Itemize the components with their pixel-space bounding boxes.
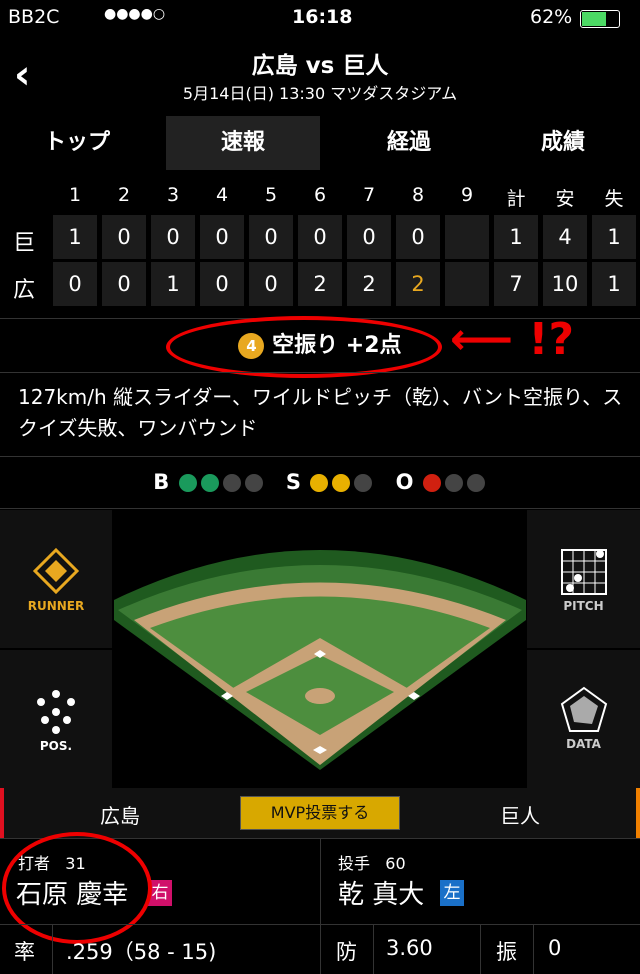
ball-indicator bbox=[178, 474, 197, 492]
count-display: B S O bbox=[0, 470, 640, 494]
strikeout-value: 0 bbox=[548, 936, 562, 960]
score-cell: 2 bbox=[347, 262, 391, 306]
score-cell: 0 bbox=[102, 262, 146, 306]
data-button[interactable]: DATA bbox=[527, 650, 640, 788]
battery-icon bbox=[580, 10, 620, 28]
away-team[interactable]: 巨人 bbox=[500, 800, 540, 829]
team-label: 巨 bbox=[12, 231, 35, 256]
score-cell: 0 bbox=[200, 262, 244, 306]
score-cell: 1 bbox=[494, 215, 538, 259]
score-cell: 4 bbox=[543, 215, 587, 259]
inning-header: 安 bbox=[555, 188, 575, 210]
score-cell bbox=[445, 215, 489, 259]
runner-button[interactable]: RUNNER bbox=[0, 510, 112, 648]
inning-header: 8 bbox=[411, 184, 425, 206]
carrier: BB2C bbox=[8, 6, 60, 28]
score-cell: 0 bbox=[53, 262, 97, 306]
inning-header: 3 bbox=[166, 184, 180, 206]
pos-label: POS. bbox=[39, 739, 73, 753]
strikeout-label: 振 bbox=[496, 940, 517, 964]
score-cell: 0 bbox=[298, 215, 342, 259]
score-cell: 7 bbox=[494, 262, 538, 306]
score-cell: 0 bbox=[249, 262, 293, 306]
mvp-vote-button[interactable]: MVP投票する bbox=[240, 796, 400, 830]
team-bar: 広島 MVP投票する 巨人 bbox=[0, 788, 640, 838]
pitcher-name: 乾 真大 bbox=[338, 880, 425, 910]
data-label: DATA bbox=[566, 737, 601, 751]
signal-icon: ●●●●○ bbox=[104, 6, 166, 22]
score-cell: 2 bbox=[396, 262, 440, 306]
position-button[interactable]: POS. bbox=[0, 650, 112, 788]
home-team[interactable]: 広島 bbox=[100, 800, 140, 829]
inning-header: 5 bbox=[264, 184, 278, 206]
tab-stats[interactable]: 成績 bbox=[486, 116, 640, 170]
annotation-circle bbox=[166, 316, 442, 378]
strike-label: S bbox=[285, 470, 301, 494]
runner-label: RUNNER bbox=[27, 599, 85, 613]
status-bar: BB2C ●●●●○ 16:18 62% bbox=[0, 0, 640, 36]
team-label: 広 bbox=[12, 278, 35, 303]
pitcher-label: 投手 60 bbox=[338, 854, 406, 873]
diamond-icon bbox=[32, 547, 80, 595]
inning-header: 6 bbox=[313, 184, 327, 206]
ball-indicator bbox=[244, 474, 263, 492]
score-cell: 2 bbox=[298, 262, 342, 306]
tab-top[interactable]: トップ bbox=[0, 116, 154, 170]
era-label: 防 bbox=[336, 940, 357, 964]
inning-header: 4 bbox=[215, 184, 229, 206]
game-info: 5月14日(日) 13:30 マツダスタジアム bbox=[182, 84, 458, 103]
score-cell: 1 bbox=[592, 262, 636, 306]
clock: 16:18 bbox=[292, 6, 353, 28]
pitch-grid-icon bbox=[560, 549, 607, 595]
pitch-label: PITCH bbox=[563, 599, 604, 613]
out-label: O bbox=[395, 470, 414, 494]
battery-percent: 62% bbox=[530, 6, 573, 28]
score-cell: 0 bbox=[151, 215, 195, 259]
strike-indicator bbox=[332, 474, 351, 492]
pitch-button[interactable]: PITCH bbox=[527, 510, 640, 648]
tab-bar: トップ 速報 経過 成績 bbox=[0, 116, 640, 170]
positions-icon bbox=[37, 690, 75, 734]
out-indicator bbox=[444, 474, 463, 492]
annotation-circle bbox=[2, 832, 152, 944]
baseball-field[interactable] bbox=[114, 510, 526, 788]
ball-indicator bbox=[200, 474, 219, 492]
score-cell: 0 bbox=[200, 215, 244, 259]
inning-header: 2 bbox=[117, 184, 131, 206]
radar-chart-icon bbox=[560, 686, 607, 732]
score-cell: 0 bbox=[249, 215, 293, 259]
pitcher-hand-badge: 左 bbox=[440, 880, 464, 906]
score-cell: 0 bbox=[396, 215, 440, 259]
score-cell: 0 bbox=[347, 215, 391, 259]
strike-indicator bbox=[310, 474, 329, 492]
score-cell: 1 bbox=[592, 215, 636, 259]
strike-indicator bbox=[354, 474, 373, 492]
score-cell: 1 bbox=[53, 215, 97, 259]
inning-header: 7 bbox=[362, 184, 376, 206]
play-description: 127km/h 縦スライダー、ワイルドピッチ（乾）、バント空振り、スクイズ失敗、… bbox=[18, 385, 623, 440]
out-indicator bbox=[422, 474, 441, 492]
avg-label: 率 bbox=[14, 940, 35, 964]
score-cell: 1 bbox=[151, 262, 195, 306]
inning-header: 計 bbox=[506, 188, 526, 210]
out-indicator bbox=[466, 474, 485, 492]
era-value: 3.60 bbox=[386, 936, 433, 960]
ball-label: B bbox=[153, 470, 170, 494]
ball-indicator bbox=[222, 474, 241, 492]
tab-progress[interactable]: 経過 bbox=[332, 116, 486, 170]
page-title: 広島 vs 巨人 bbox=[251, 53, 389, 79]
tab-live[interactable]: 速報 bbox=[166, 116, 320, 170]
batting-avg: .259（58 - 15) bbox=[66, 940, 217, 964]
score-cell: 0 bbox=[102, 215, 146, 259]
inning-header: 失 bbox=[604, 188, 624, 210]
annotation-text: ⟵ !? bbox=[450, 314, 574, 365]
score-cell bbox=[445, 262, 489, 306]
inning-header: 9 bbox=[460, 184, 474, 206]
score-cell: 10 bbox=[543, 262, 587, 306]
inning-header: 1 bbox=[68, 184, 82, 206]
